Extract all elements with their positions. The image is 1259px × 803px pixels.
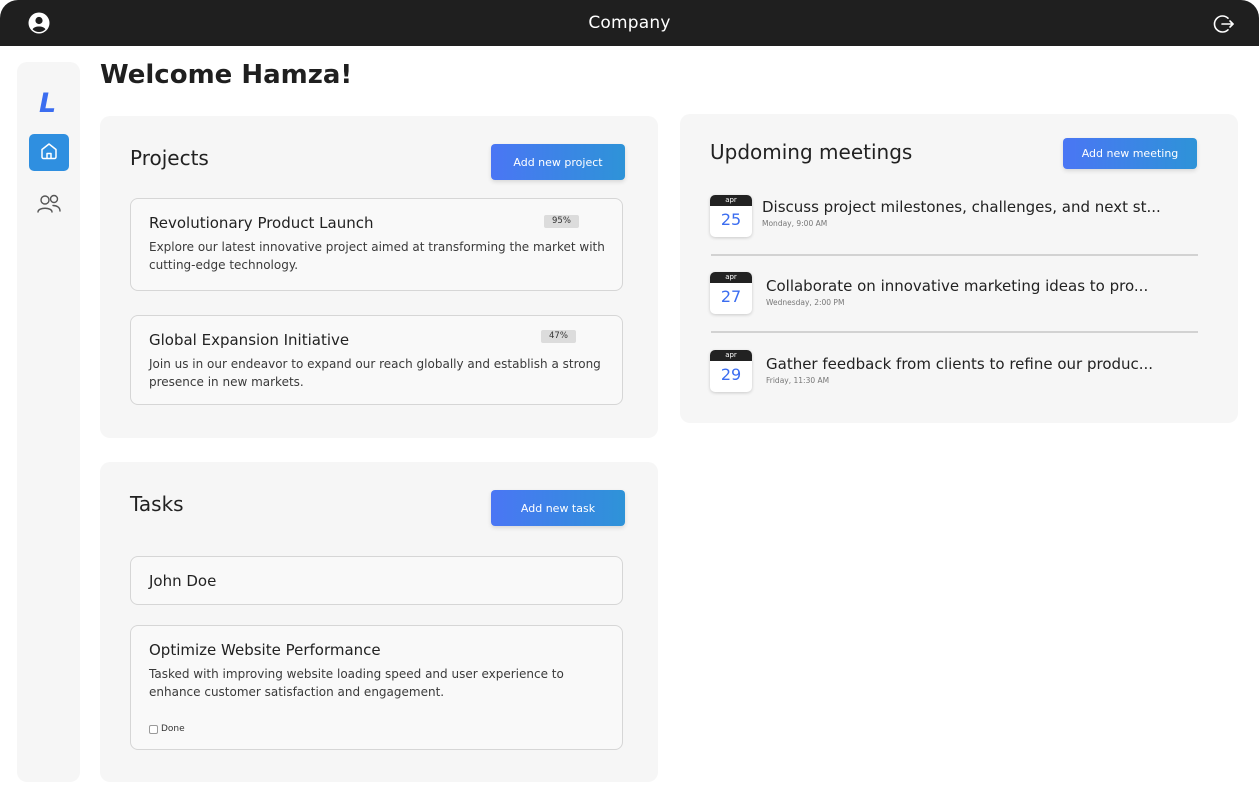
- project-title: Global Expansion Initiative: [149, 331, 350, 349]
- add-project-button[interactable]: Add new project: [491, 144, 625, 180]
- calendar-icon: apr 25: [710, 195, 752, 237]
- calendar-icon: apr 27: [710, 272, 752, 314]
- meetings-title: Updoming meetings: [710, 140, 913, 164]
- assignee-card[interactable]: John Doe: [130, 556, 623, 605]
- home-icon: [39, 141, 59, 165]
- divider: [711, 254, 1198, 256]
- project-card[interactable]: Revolutionary Product Launch 95% Explore…: [130, 198, 623, 291]
- calendar-month: apr: [710, 195, 752, 206]
- logout-icon[interactable]: [1213, 13, 1235, 35]
- tasks-title: Tasks: [130, 492, 184, 516]
- meeting-item[interactable]: apr 27 Collaborate on innovative marketi…: [710, 272, 1198, 322]
- project-description: Explore our latest innovative project ai…: [149, 240, 605, 272]
- add-task-button[interactable]: Add new task: [491, 490, 625, 526]
- assignee-name: John Doe: [149, 572, 217, 590]
- calendar-day: 27: [720, 287, 742, 306]
- add-meeting-button[interactable]: Add new meeting: [1063, 138, 1197, 169]
- meeting-time: Wednesday, 2:00 PM: [766, 298, 845, 307]
- sidebar-item-home[interactable]: [29, 134, 69, 171]
- calendar-icon: apr 29: [710, 350, 752, 392]
- projects-panel: Projects Add new project Revolutionary P…: [100, 116, 658, 438]
- progress-badge: 47%: [541, 330, 576, 343]
- task-card[interactable]: Optimize Website Performance Tasked with…: [130, 625, 623, 750]
- project-title: Revolutionary Product Launch: [149, 214, 374, 232]
- page-title: Welcome Hamza!: [100, 60, 353, 90]
- calendar-month: apr: [710, 272, 752, 283]
- project-description: Join us in our endeavor to expand our re…: [149, 357, 601, 389]
- meeting-item[interactable]: apr 29 Gather feedback from clients to r…: [710, 350, 1198, 400]
- meeting-title: Gather feedback from clients to refine o…: [766, 355, 1154, 373]
- meetings-panel: Updoming meetings Add new meeting apr 25…: [680, 114, 1238, 423]
- task-description: Tasked with improving website loading sp…: [149, 667, 564, 699]
- meeting-time: Monday, 9:00 AM: [762, 219, 828, 228]
- tasks-panel: Tasks Add new task John Doe Optimize Web…: [100, 462, 658, 782]
- meeting-title: Collaborate on innovative marketing idea…: [766, 277, 1149, 295]
- projects-title: Projects: [130, 146, 209, 170]
- calendar-month: apr: [710, 350, 752, 361]
- calendar-day: 29: [720, 365, 742, 384]
- done-checkbox[interactable]: [149, 725, 158, 734]
- sidebar-item-users[interactable]: [35, 192, 63, 218]
- user-avatar-icon[interactable]: [28, 12, 50, 34]
- top-bar: Company: [0, 0, 1259, 46]
- sidebar: L: [17, 62, 80, 782]
- meeting-time: Friday, 11:30 AM: [766, 376, 830, 385]
- meeting-item[interactable]: apr 25 Discuss project milestones, chall…: [710, 195, 1198, 245]
- project-card[interactable]: Global Expansion Initiative 47% Join us …: [130, 315, 623, 405]
- done-label: Done: [161, 724, 185, 734]
- app-logo: L: [39, 88, 57, 119]
- calendar-day: 25: [720, 210, 742, 229]
- progress-badge: 95%: [544, 215, 579, 228]
- task-title: Optimize Website Performance: [149, 641, 381, 659]
- app-title: Company: [588, 13, 671, 33]
- divider: [711, 331, 1198, 333]
- users-icon: [35, 194, 63, 222]
- meeting-title: Discuss project milestones, challenges, …: [762, 198, 1161, 216]
